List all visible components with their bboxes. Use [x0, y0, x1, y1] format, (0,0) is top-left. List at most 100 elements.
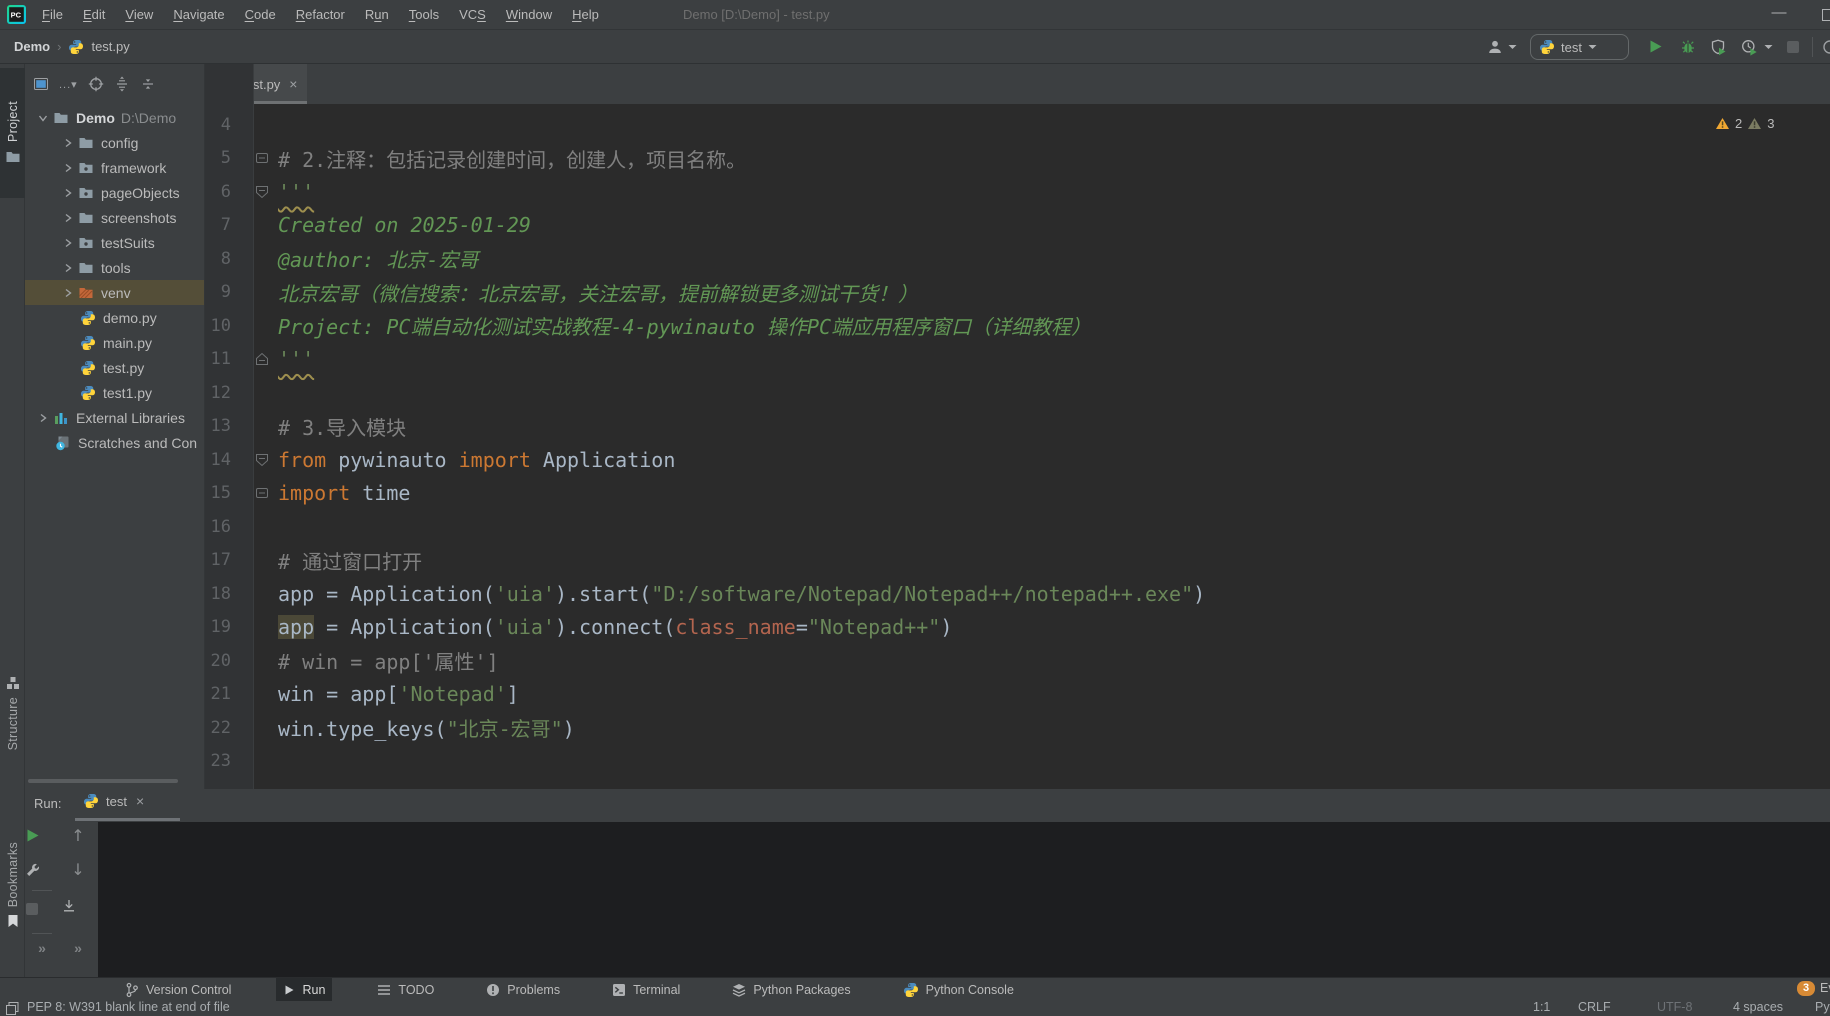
line-number[interactable]: 12	[205, 383, 231, 403]
run-tab-test[interactable]: test ×	[83, 793, 144, 809]
line-number[interactable]: 20	[205, 651, 231, 671]
code-line-15[interactable]: 15 import time	[205, 477, 1830, 511]
code-line-10[interactable]: 10 Project: PC端自动化测试实战教程-4-pywinauto 操作PC…	[205, 309, 1830, 343]
down-the-stack-trace-button[interactable]: ↓	[61, 860, 95, 879]
chevron-right-icon[interactable]	[58, 188, 78, 198]
tree-item-pageobjects[interactable]: pageObjects	[25, 180, 204, 205]
toolwindow-button-python-packages[interactable]: Python Packages	[725, 978, 857, 1002]
menu-refactor[interactable]: Refactor	[286, 0, 355, 30]
toolwindow-button-run[interactable]: Run	[276, 977, 333, 1002]
fold-marker-icon[interactable]	[231, 488, 278, 499]
tree-item-screenshots[interactable]: screenshots	[25, 205, 204, 230]
code-line-20[interactable]: 20 # win = app['属性']	[205, 644, 1830, 678]
line-number[interactable]: 8	[205, 249, 231, 269]
tree-item-scratches-and-con[interactable]: Scratches and Con	[25, 430, 204, 455]
editor-body[interactable]: 4 5 # 2.注释：包括记录创建时间，创建人，项目名称。 6 ''' 7 Created …	[205, 104, 1830, 772]
maximize-button[interactable]	[1822, 9, 1830, 21]
tree-item-framework[interactable]: framework	[25, 155, 204, 180]
line-number[interactable]: 10	[205, 316, 231, 336]
close-icon[interactable]: ×	[136, 793, 144, 809]
menu-help[interactable]: Help	[562, 0, 609, 30]
code-line-5[interactable]: 5 # 2.注释：包括记录创建时间，创建人，项目名称。	[205, 142, 1830, 176]
chevron-right-icon[interactable]	[58, 288, 78, 298]
code-line-6[interactable]: 6 '''	[205, 175, 1830, 209]
file-encoding[interactable]: UTF-8	[1657, 1000, 1692, 1014]
tree-item-external-libraries[interactable]: External Libraries	[25, 405, 204, 430]
fold-marker-icon[interactable]	[231, 185, 278, 198]
more-actions-chevron[interactable]: »	[25, 940, 59, 956]
menu-vcs[interactable]: VCS	[449, 0, 496, 30]
toolwindow-button-problems[interactable]: Problems	[479, 978, 567, 1002]
menu-edit[interactable]: Edit	[73, 0, 115, 30]
editor-area[interactable]: test.py × 23 4 5 # 2.注释：包括记录创建时间，创建人，项目名称。…	[205, 64, 1830, 789]
code-line-4[interactable]: 4	[205, 108, 1830, 142]
event-log-badge[interactable]: 3	[1797, 981, 1815, 996]
run-configuration-select[interactable]: test	[1530, 34, 1629, 60]
stop-process-button[interactable]	[25, 902, 59, 916]
toolwindow-button-todo[interactable]: TODO	[370, 978, 441, 1002]
chevron-right-icon[interactable]	[33, 413, 53, 423]
line-number[interactable]: 6	[205, 182, 231, 202]
debug-button[interactable]	[1680, 30, 1696, 63]
project-view-more[interactable]: ...▾	[59, 78, 78, 91]
line-number[interactable]: 21	[205, 684, 231, 704]
line-number[interactable]: 5	[205, 148, 231, 168]
chevron-right-icon[interactable]	[58, 138, 78, 148]
profiler-more-button[interactable]	[1764, 30, 1773, 63]
indent-style[interactable]: 4 spaces	[1733, 1000, 1783, 1014]
toolwindow-button-python-console[interactable]: Python Console	[896, 978, 1021, 1002]
scroll-to-end-button[interactable]	[61, 898, 95, 914]
tree-item-demo[interactable]: Demo D:\Demo	[25, 105, 204, 130]
rerun-button[interactable]	[25, 828, 59, 843]
caret-position[interactable]: 1:1	[1533, 1000, 1550, 1014]
tree-item-config[interactable]: config	[25, 130, 204, 155]
project-view-icon[interactable]	[33, 76, 49, 92]
menu-view[interactable]: View	[115, 0, 163, 30]
breadcrumb-file[interactable]: test.py	[91, 39, 129, 54]
line-number[interactable]: 4	[205, 115, 231, 135]
line-number[interactable]: 13	[205, 416, 231, 436]
line-number[interactable]: 23	[205, 751, 231, 771]
line-number[interactable]: 9	[205, 282, 231, 302]
fold-marker-icon[interactable]	[231, 453, 278, 466]
tree-item-testsuits[interactable]: testSuits	[25, 230, 204, 255]
line-number[interactable]: 19	[205, 617, 231, 637]
code-line-9[interactable]: 9 北京宏哥（微信搜索：北京宏哥，关注宏哥，提前解锁更多测试干货！）	[205, 276, 1830, 310]
code-line-17[interactable]: 17 # 通过窗口打开	[205, 544, 1830, 578]
line-number[interactable]: 22	[205, 718, 231, 738]
line-separator[interactable]: CRLF	[1578, 1000, 1611, 1014]
code-line-11[interactable]: 11 '''	[205, 343, 1830, 377]
stripe-tab-project[interactable]: Project	[0, 68, 25, 198]
tree-item-test1-py[interactable]: test1.py	[25, 380, 204, 405]
search-everywhere-button[interactable]	[1822, 30, 1830, 63]
stripe-tab-structure[interactable]: Structure	[0, 676, 25, 750]
line-number[interactable]: 16	[205, 517, 231, 537]
locate-file-icon[interactable]	[88, 76, 104, 92]
collapse-all-icon[interactable]	[140, 76, 156, 92]
code-line-12[interactable]: 12	[205, 376, 1830, 410]
close-icon[interactable]: ×	[289, 76, 297, 92]
chevron-right-icon[interactable]	[58, 213, 78, 223]
code-line-23[interactable]: 23	[205, 745, 1830, 773]
run-console-output[interactable]	[98, 822, 1830, 977]
stripe-tab-bookmarks[interactable]: Bookmarks	[0, 842, 25, 928]
menu-file[interactable]: File	[32, 0, 73, 30]
menu-window[interactable]: Window	[496, 0, 562, 30]
edit-configuration-button[interactable]	[25, 862, 59, 878]
project-horizontal-scrollbar[interactable]	[28, 779, 178, 783]
more-actions-chevron[interactable]: »	[61, 940, 95, 956]
run-with-coverage-button[interactable]	[1710, 30, 1726, 63]
event-log-label[interactable]: Ev	[1820, 980, 1830, 997]
tree-item-tools[interactable]: tools	[25, 255, 204, 280]
line-number[interactable]: 14	[205, 450, 231, 470]
toolwindow-button-version-control[interactable]: Version Control	[118, 978, 238, 1002]
code-line-22[interactable]: 22 win.type_keys("北京-宏哥")	[205, 711, 1830, 745]
code-line-19[interactable]: 19 app = Application('uia').connect(class…	[205, 611, 1830, 645]
up-the-stack-trace-button[interactable]: ↑	[61, 826, 95, 845]
line-number[interactable]: 7	[205, 215, 231, 235]
line-number[interactable]: 15	[205, 483, 231, 503]
line-number[interactable]: 11	[205, 349, 231, 369]
tree-item-venv[interactable]: venv	[25, 280, 204, 305]
menu-navigate[interactable]: Navigate	[163, 0, 234, 30]
chevron-down-icon[interactable]	[33, 113, 53, 123]
